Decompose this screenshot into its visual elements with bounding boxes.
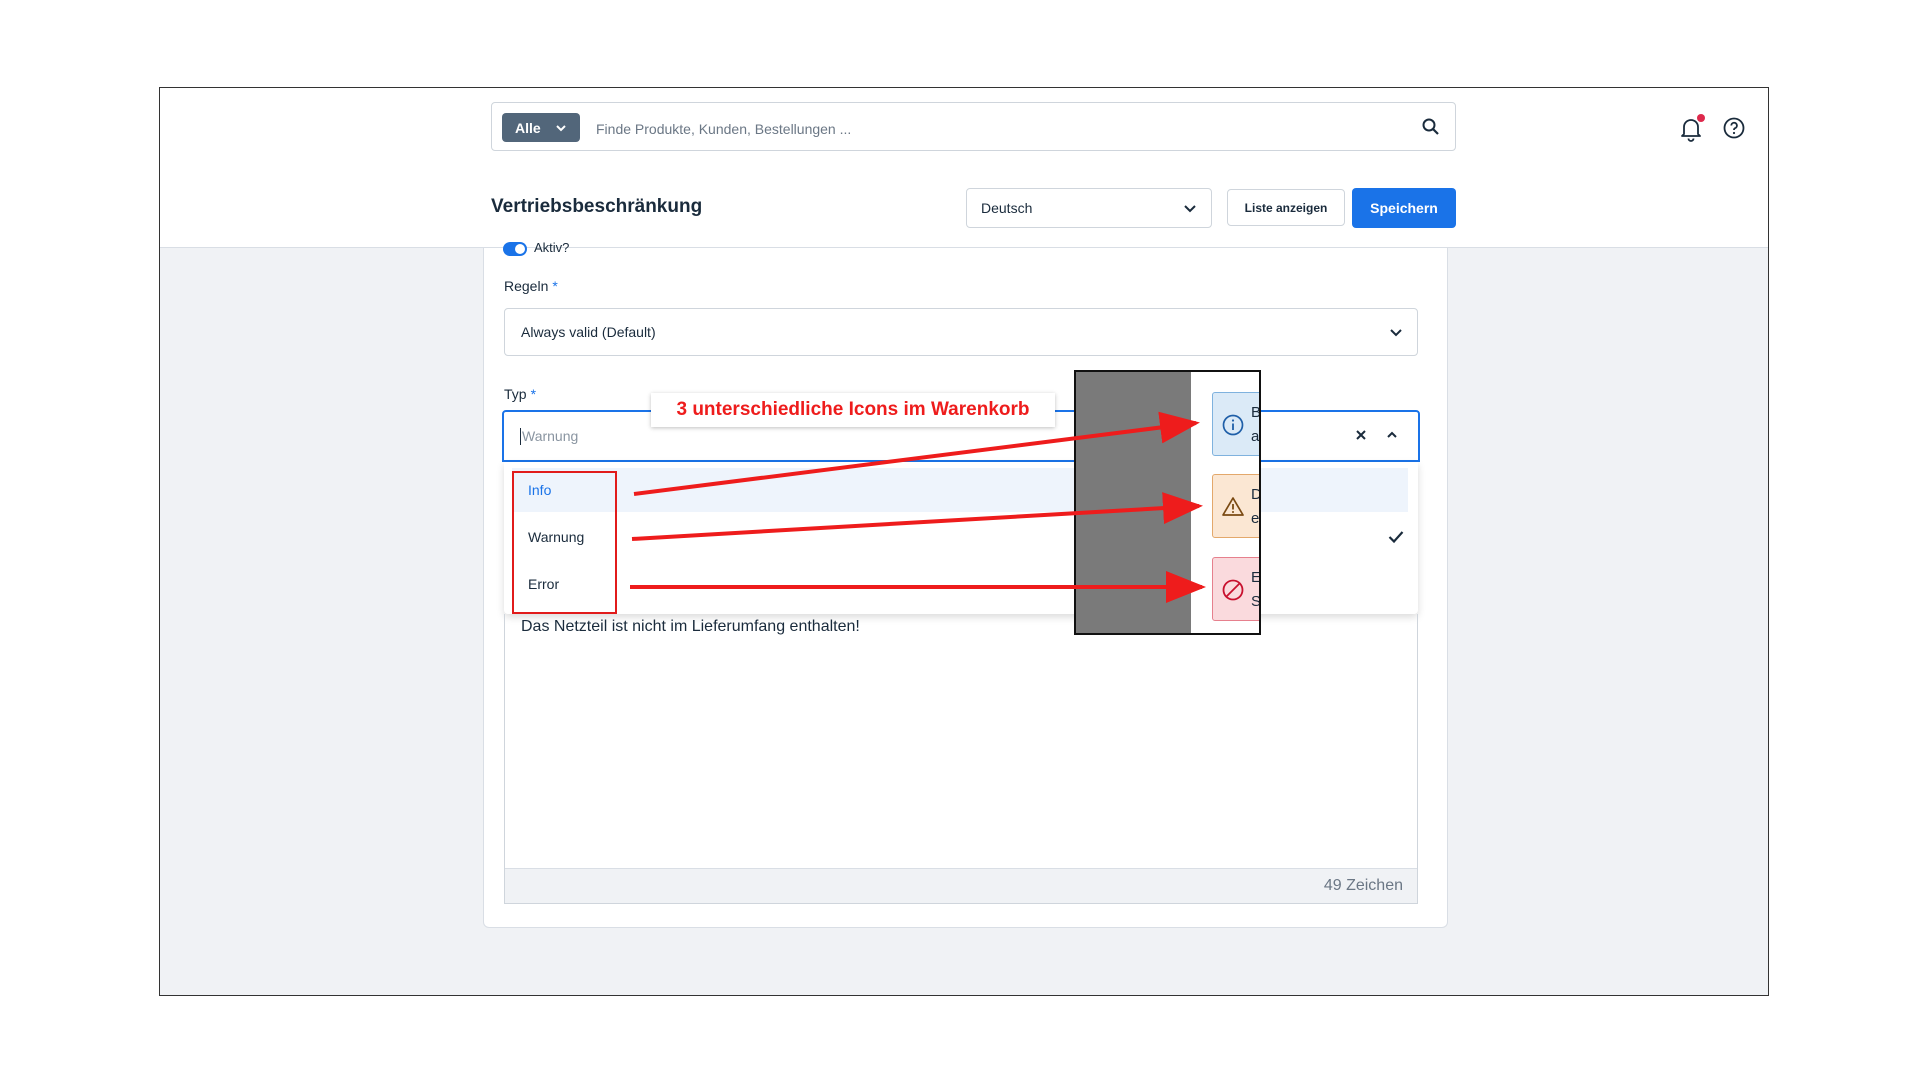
- type-dropdown: Info Warnung Error: [504, 462, 1418, 614]
- language-select[interactable]: Deutsch: [966, 188, 1212, 228]
- inset-letter: S: [1251, 593, 1261, 610]
- rules-label-text: Regeln: [504, 278, 549, 294]
- required-mark: *: [552, 278, 558, 294]
- rules-label: Regeln *: [504, 278, 558, 294]
- save-button[interactable]: Speichern: [1352, 188, 1456, 228]
- option-error[interactable]: Error: [504, 562, 1418, 606]
- page-header: Vertriebsbeschränkung Deutsch Liste anze…: [160, 168, 1768, 248]
- chevron-up-icon[interactable]: [1386, 430, 1398, 440]
- type-value: Warnung: [522, 428, 579, 444]
- page-title: Vertriebsbeschränkung: [491, 196, 703, 217]
- inset-letter: D: [1251, 486, 1261, 503]
- language-value: Deutsch: [981, 200, 1033, 216]
- char-counter: 49 Zeichen: [505, 868, 1417, 903]
- inset-gray-area: [1076, 372, 1191, 633]
- search-scope-button[interactable]: Alle: [502, 113, 580, 142]
- chevron-down-icon: [555, 124, 566, 131]
- active-label: Aktiv?: [534, 240, 570, 255]
- type-label: Typ *: [504, 386, 536, 402]
- checkmark-icon: [1388, 531, 1404, 544]
- global-search: Alle: [491, 102, 1456, 151]
- app-window: Alle Vertriebsbeschränkung Deutsch List: [159, 87, 1769, 996]
- help-icon[interactable]: [1722, 116, 1746, 140]
- annotation-callout: 3 unterschiedliche Icons im Warenkorb: [651, 393, 1055, 427]
- message-textarea[interactable]: Das Netzteil ist nicht im Lieferumfang e…: [504, 614, 1418, 904]
- error-alert: E S: [1212, 557, 1261, 621]
- warning-alert: D e: [1212, 474, 1261, 538]
- rules-value: Always valid (Default): [521, 324, 656, 340]
- required-mark: *: [530, 386, 537, 402]
- rules-select[interactable]: Always valid (Default): [504, 308, 1418, 356]
- inset-letter: E: [1251, 569, 1261, 586]
- cart-icons-inset: B a D e E S: [1074, 370, 1261, 635]
- info-alert: B a: [1212, 392, 1261, 456]
- search-icon[interactable]: [1421, 117, 1441, 137]
- show-list-button[interactable]: Liste anzeigen: [1227, 189, 1345, 226]
- inset-letter: e: [1251, 510, 1260, 527]
- forbidden-icon: [1222, 579, 1244, 601]
- message-text: Das Netzteil ist nicht im Lieferumfang e…: [521, 618, 860, 635]
- type-label-text: Typ: [504, 386, 527, 402]
- notification-dot: [1697, 114, 1705, 122]
- info-icon: [1222, 414, 1244, 436]
- annotation-highlight-box: [512, 471, 617, 614]
- top-bar: Alle: [160, 88, 1768, 169]
- chevron-down-icon: [1390, 329, 1402, 337]
- text-cursor: [520, 427, 521, 445]
- option-warnung[interactable]: Warnung: [504, 515, 1418, 559]
- inset-letter: B: [1251, 404, 1261, 421]
- warning-icon: [1222, 497, 1244, 516]
- active-toggle[interactable]: [503, 242, 527, 256]
- search-scope-label: Alle: [515, 119, 541, 136]
- search-input[interactable]: [594, 113, 1398, 144]
- inset-letter: a: [1251, 428, 1260, 445]
- option-info[interactable]: Info: [512, 468, 1408, 512]
- chevron-down-icon: [1184, 205, 1196, 213]
- form-card: Aktiv? Regeln * Always valid (Default) Ty…: [483, 240, 1448, 928]
- clear-icon[interactable]: [1354, 428, 1368, 442]
